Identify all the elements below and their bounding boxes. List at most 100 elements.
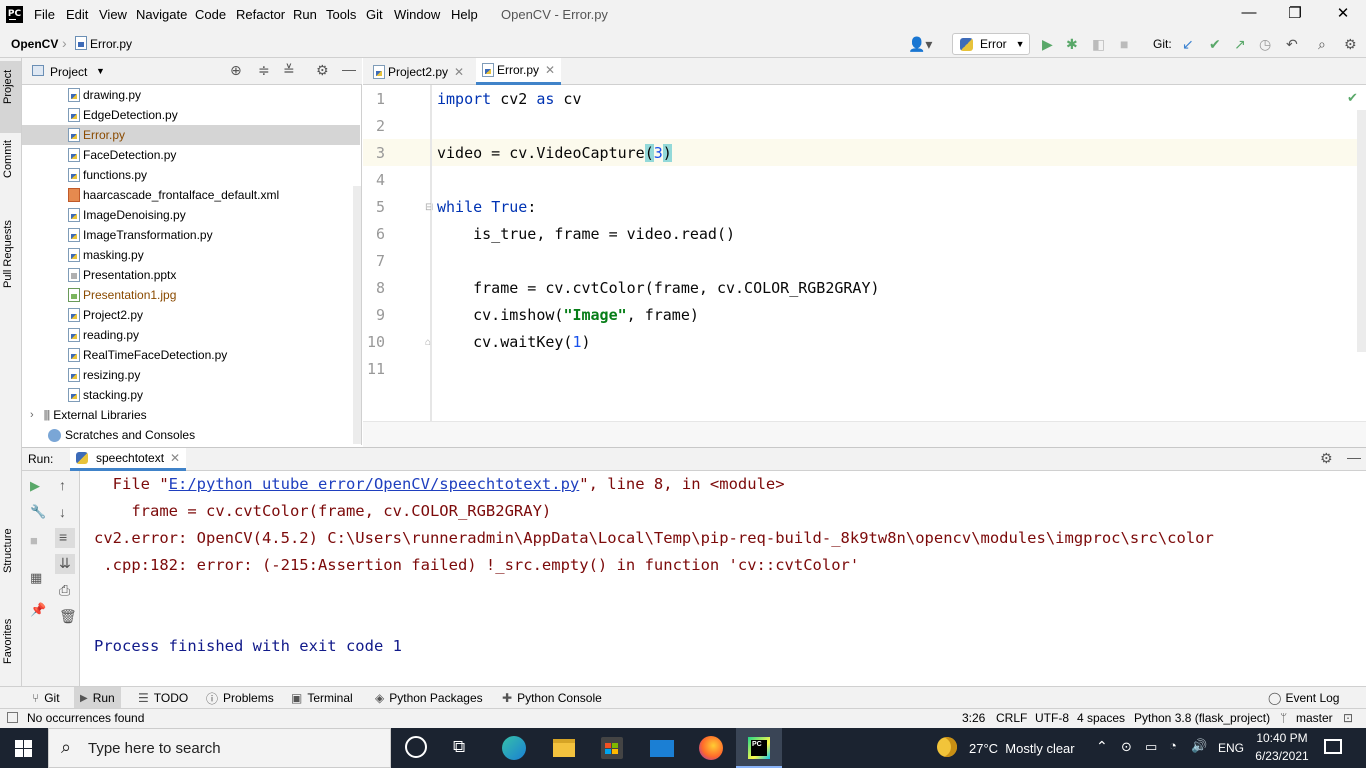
tab-project2[interactable]: Project2.py ✕ [367, 58, 470, 85]
tree-item-file[interactable]: EdgeDetection.py [22, 105, 360, 125]
tree-item-file[interactable]: masking.py [22, 245, 360, 265]
pin-icon[interactable]: 📌 [30, 602, 46, 618]
run-configuration-select[interactable]: Error ▼ [952, 33, 1030, 55]
menu-view[interactable]: View [99, 7, 127, 22]
tree-item-file[interactable]: RealTimeFaceDetection.py [22, 345, 360, 365]
collapse-all-icon[interactable]: ≚ [283, 62, 295, 79]
code-line-1[interactable]: import cv2 as cv [437, 90, 582, 108]
status-indent[interactable]: 4 spaces [1077, 711, 1125, 725]
git-commit-icon[interactable]: ✔ [1209, 36, 1221, 52]
chevron-right-icon[interactable]: › [30, 409, 34, 421]
history-icon[interactable]: ◷ [1259, 36, 1271, 52]
strip-structure[interactable]: Structure [2, 528, 14, 573]
strip-project[interactable]: Project [2, 70, 14, 104]
chevron-up-icon[interactable]: ⌃ [1096, 738, 1108, 755]
breadcrumb-project[interactable]: OpenCV [11, 37, 58, 51]
inspection-ok-icon[interactable]: ✔ [1347, 90, 1358, 106]
tree-item-file[interactable]: reading.py [22, 325, 360, 345]
debug-icon[interactable]: ✱ [1066, 36, 1078, 52]
battery-icon[interactable]: ▭ [1145, 739, 1157, 755]
lock-icon[interactable]: ⊡ [1343, 711, 1353, 725]
windows-start-icon[interactable] [15, 740, 32, 757]
git-update-icon[interactable]: ↙ [1182, 36, 1194, 52]
tree-item-file[interactable]: Project2.py [22, 305, 360, 325]
tool-run[interactable]: ▶ Run [74, 687, 121, 709]
console-output[interactable]: File "E:/python utube error/OpenCV/speec… [80, 471, 1366, 686]
clock-time[interactable]: 10:40 PM [1256, 731, 1308, 745]
status-caret-position[interactable]: 3:26 [962, 711, 985, 725]
layout-icon[interactable]: ▦ [30, 570, 42, 586]
wrench-icon[interactable]: 🔧 [30, 504, 46, 520]
mail-icon[interactable] [650, 740, 674, 757]
locate-icon[interactable]: ⊕ [230, 62, 242, 79]
tool-python-console[interactable]: ✚ Python Console [496, 687, 608, 709]
expand-all-icon[interactable]: ≑ [258, 62, 270, 79]
menu-run[interactable]: Run [293, 7, 317, 22]
code-line-3[interactable]: video = cv.VideoCapture(3) [437, 144, 672, 162]
stop-icon[interactable]: ■ [30, 533, 38, 548]
run-tab[interactable]: speechtotext ✕ [70, 448, 187, 471]
status-git-branch[interactable]: master [1296, 711, 1333, 725]
tree-item-external-libraries[interactable]: › ||| External Libraries [22, 405, 360, 425]
menu-refactor[interactable]: Refactor [236, 7, 285, 22]
menu-window[interactable]: Window [394, 7, 440, 22]
firefox-icon[interactable] [699, 736, 723, 760]
down-arrow-icon[interactable]: ↓ [59, 504, 66, 520]
console-file-link[interactable]: E:/python utube error/OpenCV/speechtotex… [169, 475, 580, 493]
taskbar-search-box[interactable]: ⌕ Type here to search [48, 728, 391, 768]
menu-code[interactable]: Code [195, 7, 226, 22]
code-line-10[interactable]: cv.waitKey(1) [437, 333, 590, 351]
run-icon[interactable]: ▶ [1042, 36, 1053, 52]
editor-scrollbar[interactable] [1357, 110, 1366, 352]
weather-text[interactable]: 27°C Mostly clear [969, 741, 1075, 756]
search-icon[interactable]: ⌕ [1318, 36, 1326, 52]
notifications-icon[interactable] [1324, 739, 1342, 754]
panel-toggle-icon[interactable] [7, 712, 18, 723]
edge-icon[interactable] [502, 736, 526, 760]
status-line-separator[interactable]: CRLF [996, 711, 1027, 725]
tool-event-log[interactable]: ◯ Event Log [1262, 687, 1345, 709]
menu-git[interactable]: Git [366, 7, 383, 22]
settings-gear-icon[interactable]: ⚙ [1344, 36, 1357, 52]
tree-item-file[interactable]: FaceDetection.py [22, 145, 360, 165]
wifi-icon[interactable]: ◔ [1169, 738, 1177, 753]
tree-item-file[interactable]: ImageTransformation.py [22, 225, 360, 245]
clock-date[interactable]: 6/23/2021 [1252, 749, 1312, 763]
chevron-down-icon[interactable]: ▼ [96, 66, 105, 76]
cortana-icon[interactable] [405, 736, 427, 758]
tree-item-file[interactable]: resizing.py [22, 365, 360, 385]
tool-git[interactable]: ⑂ Git [26, 687, 66, 709]
project-scrollbar[interactable] [353, 186, 361, 444]
store-icon[interactable] [601, 737, 623, 759]
close-button[interactable]: ✕ [1320, 4, 1366, 22]
menu-navigate[interactable]: Navigate [136, 7, 187, 22]
tool-todo[interactable]: ☰ TODO [132, 687, 194, 709]
code-line-8[interactable]: frame = cv.cvtColor(frame, cv.COLOR_RGB2… [437, 279, 879, 297]
tree-item-file[interactable]: Error.py [22, 125, 360, 145]
user-icon[interactable]: 👤▾ [908, 36, 932, 52]
hide-panel-icon[interactable]: — [342, 61, 356, 77]
trash-icon[interactable]: 🗑 [59, 608, 77, 625]
tool-python-packages[interactable]: ◈ Python Packages [369, 687, 489, 709]
git-push-icon[interactable]: ↗ [1234, 36, 1246, 52]
menu-help[interactable]: Help [451, 7, 478, 22]
tree-item-file[interactable]: stacking.py [22, 385, 360, 405]
settings-gear-icon[interactable]: ⚙ [316, 62, 329, 79]
tool-terminal[interactable]: ▣ Terminal [285, 687, 359, 709]
code-line-9[interactable]: cv.imshow("Image", frame) [437, 306, 699, 324]
device-icon[interactable]: ⊙ [1121, 739, 1132, 755]
tree-item-file[interactable]: Presentation.pptx [22, 265, 360, 285]
tab-error[interactable]: Error.py ✕ [476, 58, 562, 85]
hide-panel-icon[interactable]: — [1347, 449, 1361, 465]
project-panel-title[interactable]: Project [50, 65, 87, 79]
code-line-6[interactable]: is_true, frame = video.read() [437, 225, 735, 243]
tree-item-scratches[interactable]: Scratches and Consoles [22, 425, 360, 445]
coverage-icon[interactable]: ◧ [1092, 36, 1105, 52]
language-indicator[interactable]: ENG [1218, 741, 1244, 755]
stop-icon[interactable]: ■ [1120, 36, 1128, 52]
maximize-button[interactable]: ❐ [1272, 4, 1318, 22]
settings-gear-icon[interactable]: ⚙ [1320, 450, 1333, 467]
close-icon[interactable]: ✕ [454, 65, 464, 79]
task-view-icon[interactable]: ⧉ [453, 737, 465, 757]
tree-item-file[interactable]: functions.py [22, 165, 360, 185]
